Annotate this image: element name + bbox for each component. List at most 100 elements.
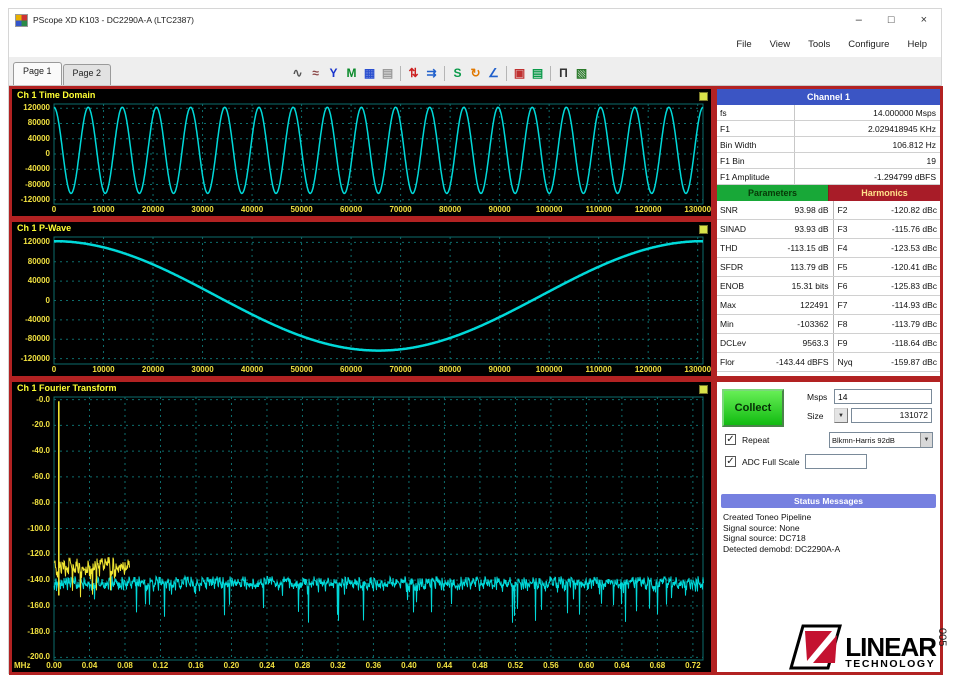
y-axis-label: -60.0 bbox=[31, 471, 50, 481]
menu-tools[interactable]: Tools bbox=[808, 39, 830, 50]
fourier-transform-legend-chip[interactable] bbox=[699, 385, 708, 394]
refresh-tool-icon[interactable]: ↻ bbox=[467, 64, 484, 82]
waveform-tool-icon[interactable]: ∿ bbox=[289, 64, 306, 82]
x-axis-label: 0.52 bbox=[507, 661, 524, 670]
harmonic-label: F4 bbox=[837, 243, 848, 253]
window-function-dropdown[interactable]: Blkmn-Harris 92dB ▼ bbox=[829, 432, 933, 448]
parameter-label: SINAD bbox=[720, 224, 746, 234]
x-axis-label: 40000 bbox=[240, 205, 264, 214]
time-domain-legend-chip[interactable] bbox=[699, 92, 708, 101]
size-value[interactable]: 131072 bbox=[851, 408, 932, 423]
toolbar-separator bbox=[444, 65, 445, 81]
x-axis-label: 0.20 bbox=[223, 661, 240, 670]
histogram-tool-icon[interactable]: ▦ bbox=[361, 64, 378, 82]
channel-row: F1 Amplitude -1.294799 dBFS bbox=[717, 169, 940, 185]
status-line: Detected demobd: DC2290A-A bbox=[723, 543, 841, 554]
collapse-tool-icon[interactable]: ⇅ bbox=[405, 64, 422, 82]
parameters-row: SNR 93.98 dB F2 -120.82 dBc bbox=[717, 201, 940, 220]
measure-m-tool-icon[interactable]: M bbox=[343, 64, 360, 82]
parameter-table-headers: Parameters Harmonics bbox=[717, 185, 940, 201]
filter-y-tool-icon[interactable]: Y bbox=[325, 64, 342, 82]
x-axis-label: 110000 bbox=[585, 205, 612, 214]
window-function-value: Blkmn-Harris 92dB bbox=[832, 435, 895, 445]
tab-bar: Page 1 Page 2 bbox=[13, 62, 112, 85]
menu-file[interactable]: File bbox=[736, 39, 751, 50]
tab-page-2[interactable]: Page 2 bbox=[62, 64, 112, 85]
channel-row: Bin Width 106.812 Hz bbox=[717, 137, 940, 153]
pscope-app-window: PScope XD K103 - DC2290A-A (LTC2387) – □… bbox=[8, 8, 943, 675]
menu-bar: File View Tools Configure Help bbox=[9, 31, 941, 57]
size-label: Size bbox=[807, 411, 824, 421]
time-domain-plot-title: Ch 1 Time Domain bbox=[17, 90, 96, 100]
y-axis-label: -40000 bbox=[25, 314, 50, 324]
parameter-label: Min bbox=[720, 319, 734, 329]
adc-full-scale-checkbox[interactable]: ✓ bbox=[725, 456, 736, 467]
parameters-row: Flor -143.44 dBFS Nyq -159.87 dBc bbox=[717, 353, 940, 372]
menu-help[interactable]: Help bbox=[907, 39, 927, 50]
parameter-label: ENOB bbox=[720, 281, 745, 291]
x-axis-label: 50000 bbox=[290, 205, 313, 214]
channel-field-label: F1 Bin bbox=[717, 153, 795, 168]
x-axis-label: 0.48 bbox=[472, 661, 488, 670]
expand-tool-icon[interactable]: ⇉ bbox=[423, 64, 440, 82]
menu-view[interactable]: View bbox=[770, 39, 790, 50]
y-axis-label: -160.0 bbox=[27, 600, 50, 610]
harmonic-value: -125.83 dBc bbox=[891, 281, 937, 291]
status-messages: Created Toneo Pipeline Signal source: Non… bbox=[723, 512, 936, 554]
fourier-transform-plot: Ch 1 Fourier Transform -0.0 -20.0 -40.0 -60… bbox=[9, 379, 714, 675]
menu-configure[interactable]: Configure bbox=[848, 39, 889, 50]
x-axis-label: 110000 bbox=[585, 365, 612, 374]
time_domain-canvas bbox=[53, 103, 704, 205]
y-axis-label: -180.0 bbox=[27, 626, 50, 636]
harmonic-value: -118.64 dBc bbox=[891, 338, 937, 348]
x-axis-label: 30000 bbox=[191, 365, 214, 374]
parameter-value: 122491 bbox=[751, 296, 834, 314]
channel-field-value: 19 bbox=[926, 155, 936, 166]
p-wave-legend-chip[interactable] bbox=[699, 225, 708, 234]
msps-input[interactable] bbox=[834, 389, 932, 404]
y-axis-label: 40000 bbox=[27, 276, 50, 286]
flags-tool-icon[interactable]: ▤ bbox=[529, 64, 546, 82]
bars-tool-icon[interactable]: ▤ bbox=[379, 64, 396, 82]
p-wave-plot-title: Ch 1 P-Wave bbox=[17, 223, 72, 233]
repeat-checkbox[interactable]: ✓ bbox=[725, 434, 736, 445]
size-dropdown-button[interactable]: ▼ bbox=[834, 408, 848, 423]
screen: PScope XD K103 - DC2290A-A (LTC2387) – □… bbox=[0, 0, 965, 682]
tiles-tool-icon[interactable]: ▣ bbox=[511, 64, 528, 82]
x-axis-label: 0.08 bbox=[117, 661, 133, 670]
title-bar: PScope XD K103 - DC2290A-A (LTC2387) – □… bbox=[9, 9, 941, 31]
y-axis-label: -80000 bbox=[25, 179, 50, 189]
tab-page-1[interactable]: Page 1 bbox=[13, 62, 62, 85]
adc-full-scale-input[interactable] bbox=[805, 454, 867, 469]
harmonics-header: Harmonics bbox=[829, 185, 940, 201]
annotate-tool-icon[interactable]: ≈ bbox=[307, 64, 324, 82]
harmonic-label: F9 bbox=[837, 338, 848, 348]
x-axis-label: 0.56 bbox=[543, 661, 559, 670]
pulse-tool-icon[interactable]: Π bbox=[555, 64, 572, 82]
y-axis-label: -120000 bbox=[20, 353, 50, 363]
time-domain-plot: Ch 1 Time Domain 120000 80000 40000 0 -40000… bbox=[9, 86, 714, 219]
parameter-label: Max bbox=[720, 300, 737, 310]
image-tool-icon[interactable]: ▧ bbox=[573, 64, 590, 82]
close-icon[interactable]: × bbox=[921, 14, 927, 26]
dropdown-arrow-icon[interactable]: ▼ bbox=[920, 433, 932, 447]
linear-technology-logo: LINEAR TECHNOLOGY bbox=[788, 624, 937, 670]
x-axis-label: 0.72 bbox=[685, 661, 701, 670]
parameter-label: SFDR bbox=[720, 262, 744, 272]
x-axis-label: 0.40 bbox=[401, 661, 417, 670]
polyline-tool-icon[interactable]: ∠ bbox=[485, 64, 502, 82]
x-axis-label: 90000 bbox=[488, 205, 511, 214]
snake-tool-icon[interactable]: S bbox=[449, 64, 466, 82]
lt-logo-icon bbox=[789, 624, 843, 670]
p-wave-plot: Ch 1 P-Wave 120000 80000 40000 0 -40000 -8000… bbox=[9, 219, 714, 379]
channel-row: fs 14.000000 Msps bbox=[717, 105, 940, 121]
x-axis-label: 0.36 bbox=[365, 661, 382, 670]
x-axis-label: 0.00 bbox=[46, 661, 62, 670]
minimize-icon[interactable]: – bbox=[856, 14, 862, 26]
logo-brand-sub: TECHNOLOGY bbox=[845, 658, 936, 670]
maximize-icon[interactable]: □ bbox=[888, 14, 895, 26]
collect-button[interactable]: Collect bbox=[722, 389, 784, 427]
harmonic-label: F5 bbox=[837, 262, 848, 272]
harmonic-label: F3 bbox=[837, 224, 848, 234]
parameters-row: THD -113.15 dB F4 -123.53 dBc bbox=[717, 239, 940, 258]
